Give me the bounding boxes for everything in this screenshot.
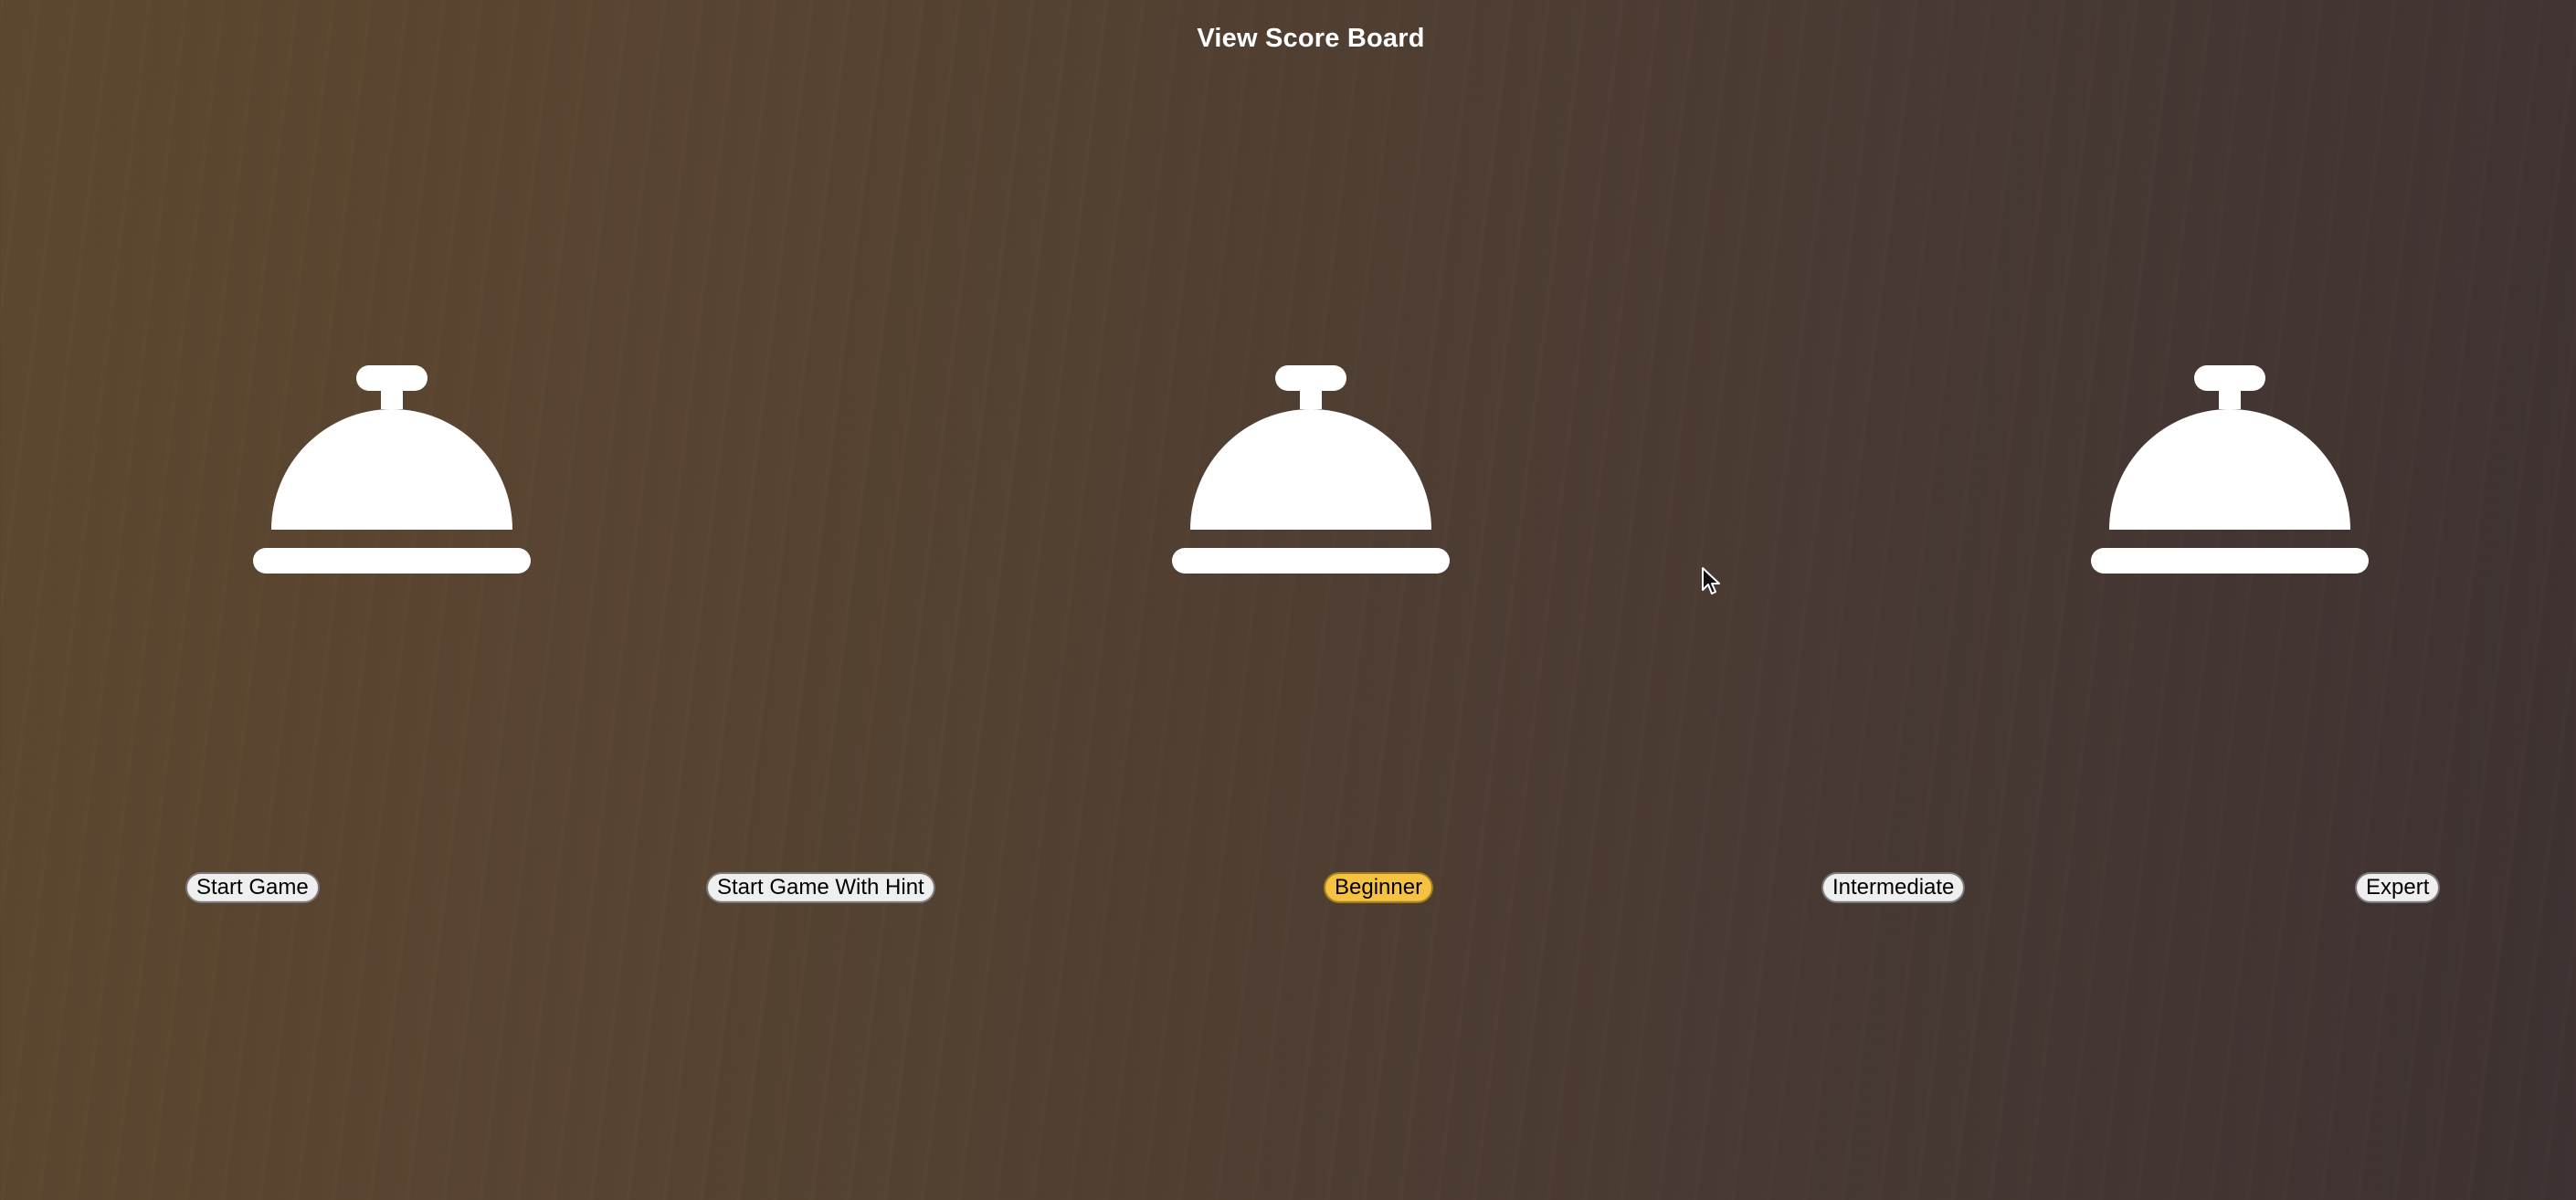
bell-icon <box>2091 365 2369 574</box>
view-score-board-link: View Score Board <box>0 24 2576 54</box>
bell-icon <box>1172 365 1450 574</box>
start-game-with-hint-button[interactable]: Start Game With Hint <box>706 872 935 903</box>
start-game-button[interactable]: Start Game <box>185 872 320 903</box>
view-score-board-button[interactable]: View Score Board <box>1197 24 1424 53</box>
bell-1[interactable] <box>253 365 531 575</box>
bell-icon <box>253 365 531 574</box>
difficulty-expert-button[interactable]: Expert <box>2355 872 2441 903</box>
bell-3[interactable] <box>2091 365 2369 575</box>
background-texture <box>0 0 2576 1200</box>
difficulty-intermediate-button[interactable]: Intermediate <box>1821 872 1966 903</box>
bell-2[interactable] <box>1172 365 1450 575</box>
mouse-pointer-icon <box>1701 566 1723 597</box>
difficulty-beginner-button[interactable]: Beginner <box>1324 872 1434 903</box>
